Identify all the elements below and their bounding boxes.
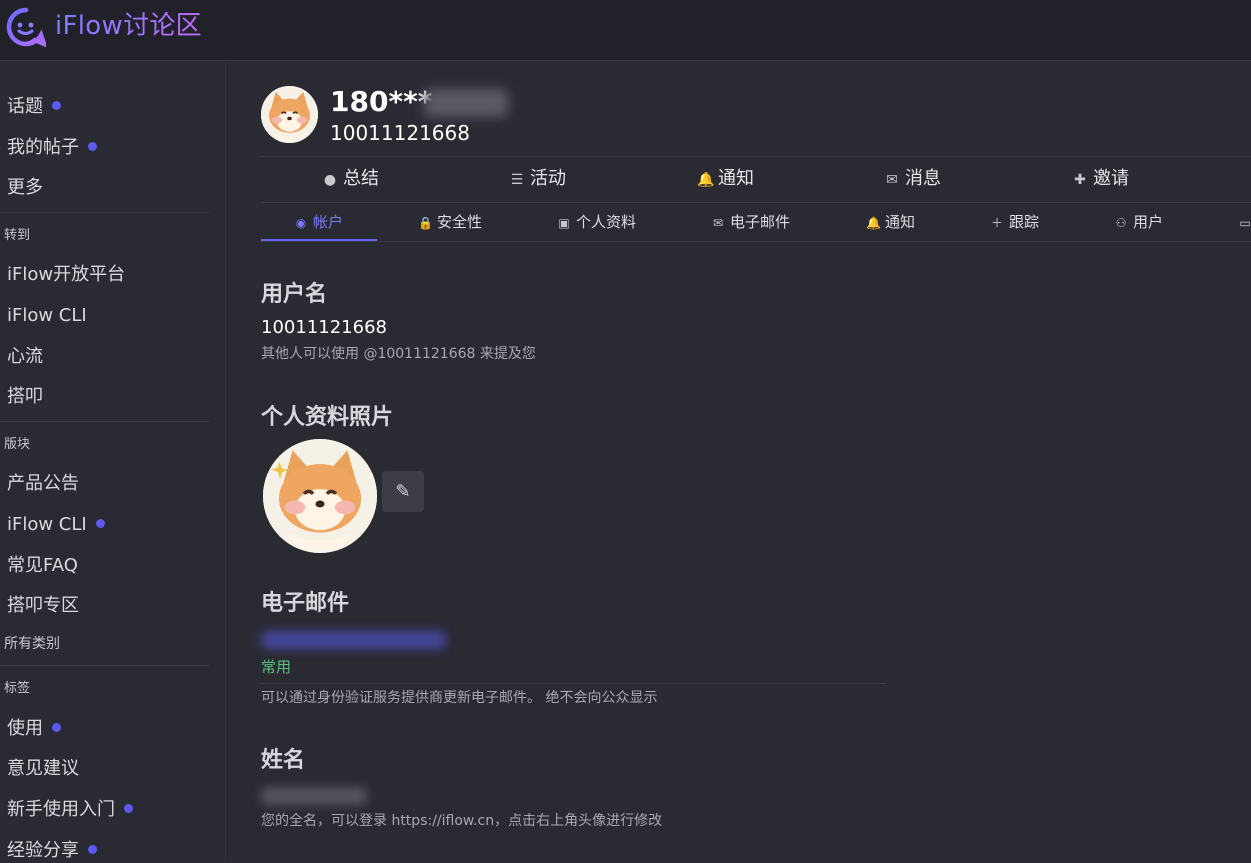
divider xyxy=(261,683,886,684)
sidebar-divider xyxy=(0,665,209,666)
monitor-icon: ▭ xyxy=(1239,216,1251,230)
divider xyxy=(261,156,1251,157)
sidebar-item-all-categories[interactable]: 所有类别 xyxy=(4,635,60,653)
sidebar-tag-experience[interactable]: 经验分享 xyxy=(7,839,97,863)
id-card-icon: ▣ xyxy=(558,216,570,230)
users-icon: ⚇ xyxy=(1115,216,1127,230)
bell-icon: 🔔 xyxy=(697,172,715,188)
envelope-icon: ✉ xyxy=(886,172,898,188)
shiba-avatar-icon xyxy=(261,86,318,143)
subtab-email[interactable]: ✉ 电子邮件 xyxy=(711,212,790,233)
email-heading: 电子邮件 xyxy=(261,591,350,616)
username-hint: 其他人可以使用 @10011121668 来提及您 xyxy=(261,346,536,362)
sidebar-tag-usage[interactable]: 使用 xyxy=(7,717,61,741)
subtab-account[interactable]: ◉ 帐户 xyxy=(294,212,343,233)
user-circle-icon: ◉ xyxy=(295,216,307,230)
unread-dot xyxy=(124,803,133,813)
logo-text[interactable]: iFlow讨论区 xyxy=(55,9,202,43)
name-heading: 姓名 xyxy=(261,748,306,773)
plus-icon: ＋ xyxy=(990,216,1003,230)
unread-dot xyxy=(88,844,97,854)
sidebar-item-more[interactable]: 更多 xyxy=(7,176,43,200)
top-bar: iFlow讨论区 xyxy=(0,0,1251,61)
redacted-text xyxy=(424,89,509,117)
sidebar-section-categories[interactable]: 版块 xyxy=(4,436,30,454)
sidebar-item-topics[interactable]: 话题 xyxy=(7,95,61,119)
sidebar-item-my-posts[interactable]: 我的帖子 xyxy=(7,136,97,160)
tab-summary[interactable]: ● 总结 xyxy=(322,167,379,192)
lock-icon: 🔒 xyxy=(418,216,433,230)
divider xyxy=(261,202,1251,203)
profile-display-name: 180*** xyxy=(330,86,509,118)
tab-messages[interactable]: ✉ 消息 xyxy=(884,167,941,192)
sidebar-item-dakou-zone[interactable]: 搭叩专区 xyxy=(7,594,79,618)
redacted-email xyxy=(261,631,446,649)
tab-notifications[interactable]: 🔔 通知 xyxy=(697,167,754,192)
unread-dot xyxy=(95,518,105,528)
sidebar-item-xinliu[interactable]: 心流 xyxy=(7,345,43,369)
subtab-users[interactable]: ⚇ 用户 xyxy=(1114,212,1163,233)
sidebar-section-goto[interactable]: 转到 xyxy=(4,227,30,245)
list-icon: ☰ xyxy=(510,172,524,188)
email-primary-badge: 常用 xyxy=(261,658,292,676)
sidebar-section-tags[interactable]: 标签 xyxy=(4,680,30,698)
sidebar-item-announcements[interactable]: 产品公告 xyxy=(7,472,79,496)
envelope-icon: ✉ xyxy=(712,216,724,230)
name-hint: 您的全名，可以登录 https://iflow.cn，点击右上角头像进行修改 xyxy=(261,813,663,829)
bell-icon: 🔔 xyxy=(866,216,881,230)
pencil-icon: ✎ xyxy=(395,481,411,502)
sidebar-tag-getting-started[interactable]: 新手使用入门 xyxy=(7,798,133,822)
sidebar-item-iflow-cli[interactable]: iFlow CLI xyxy=(7,304,87,328)
subtab-tracking[interactable]: ＋跟踪 xyxy=(990,212,1039,233)
tab-invites[interactable]: ✚ 邀请 xyxy=(1072,167,1129,192)
tab-activity[interactable]: ☰ 活动 xyxy=(509,167,566,192)
sidebar-item-dakou[interactable]: 搭叩 xyxy=(7,385,43,409)
sidebar-divider xyxy=(0,212,209,213)
username-heading: 用户名 xyxy=(261,282,328,307)
username-value: 10011121668 xyxy=(261,317,387,338)
subtab-notifications[interactable]: 🔔 通知 xyxy=(866,212,915,233)
edit-photo-button[interactable]: ✎ xyxy=(382,471,424,512)
subtab-profile[interactable]: ▣ 个人资料 xyxy=(557,212,636,233)
unread-dot xyxy=(52,100,61,110)
profile-photo xyxy=(263,439,377,553)
subtab-security[interactable]: 🔒 安全性 xyxy=(418,212,482,233)
shiba-avatar-icon xyxy=(263,439,377,553)
sidebar-item-iflow-platform[interactable]: iFlow开放平台 xyxy=(7,263,125,287)
redacted-name xyxy=(261,787,367,805)
unread-dot xyxy=(52,722,61,732)
sidebar-item-category-iflow-cli[interactable]: iFlow CLI xyxy=(7,513,105,537)
sidebar-item-faq[interactable]: 常见FAQ xyxy=(7,554,78,578)
profile-photo-heading: 个人资料照片 xyxy=(261,405,394,430)
person-icon: ● xyxy=(323,172,337,188)
avatar[interactable] xyxy=(261,86,318,143)
subtab-more[interactable]: ▭ xyxy=(1238,212,1251,233)
sidebar-tag-feedback[interactable]: 意见建议 xyxy=(7,757,79,781)
unread-dot xyxy=(88,141,97,151)
profile-user-id: 10011121668 xyxy=(330,121,470,145)
email-hint: 可以通过身份验证服务提供商更新电子邮件。 绝不会向公众显示 xyxy=(261,690,658,706)
divider xyxy=(261,241,1251,242)
logo-icon[interactable] xyxy=(6,7,46,47)
user-plus-icon: ✚ xyxy=(1074,172,1086,188)
sidebar-divider xyxy=(0,421,209,422)
